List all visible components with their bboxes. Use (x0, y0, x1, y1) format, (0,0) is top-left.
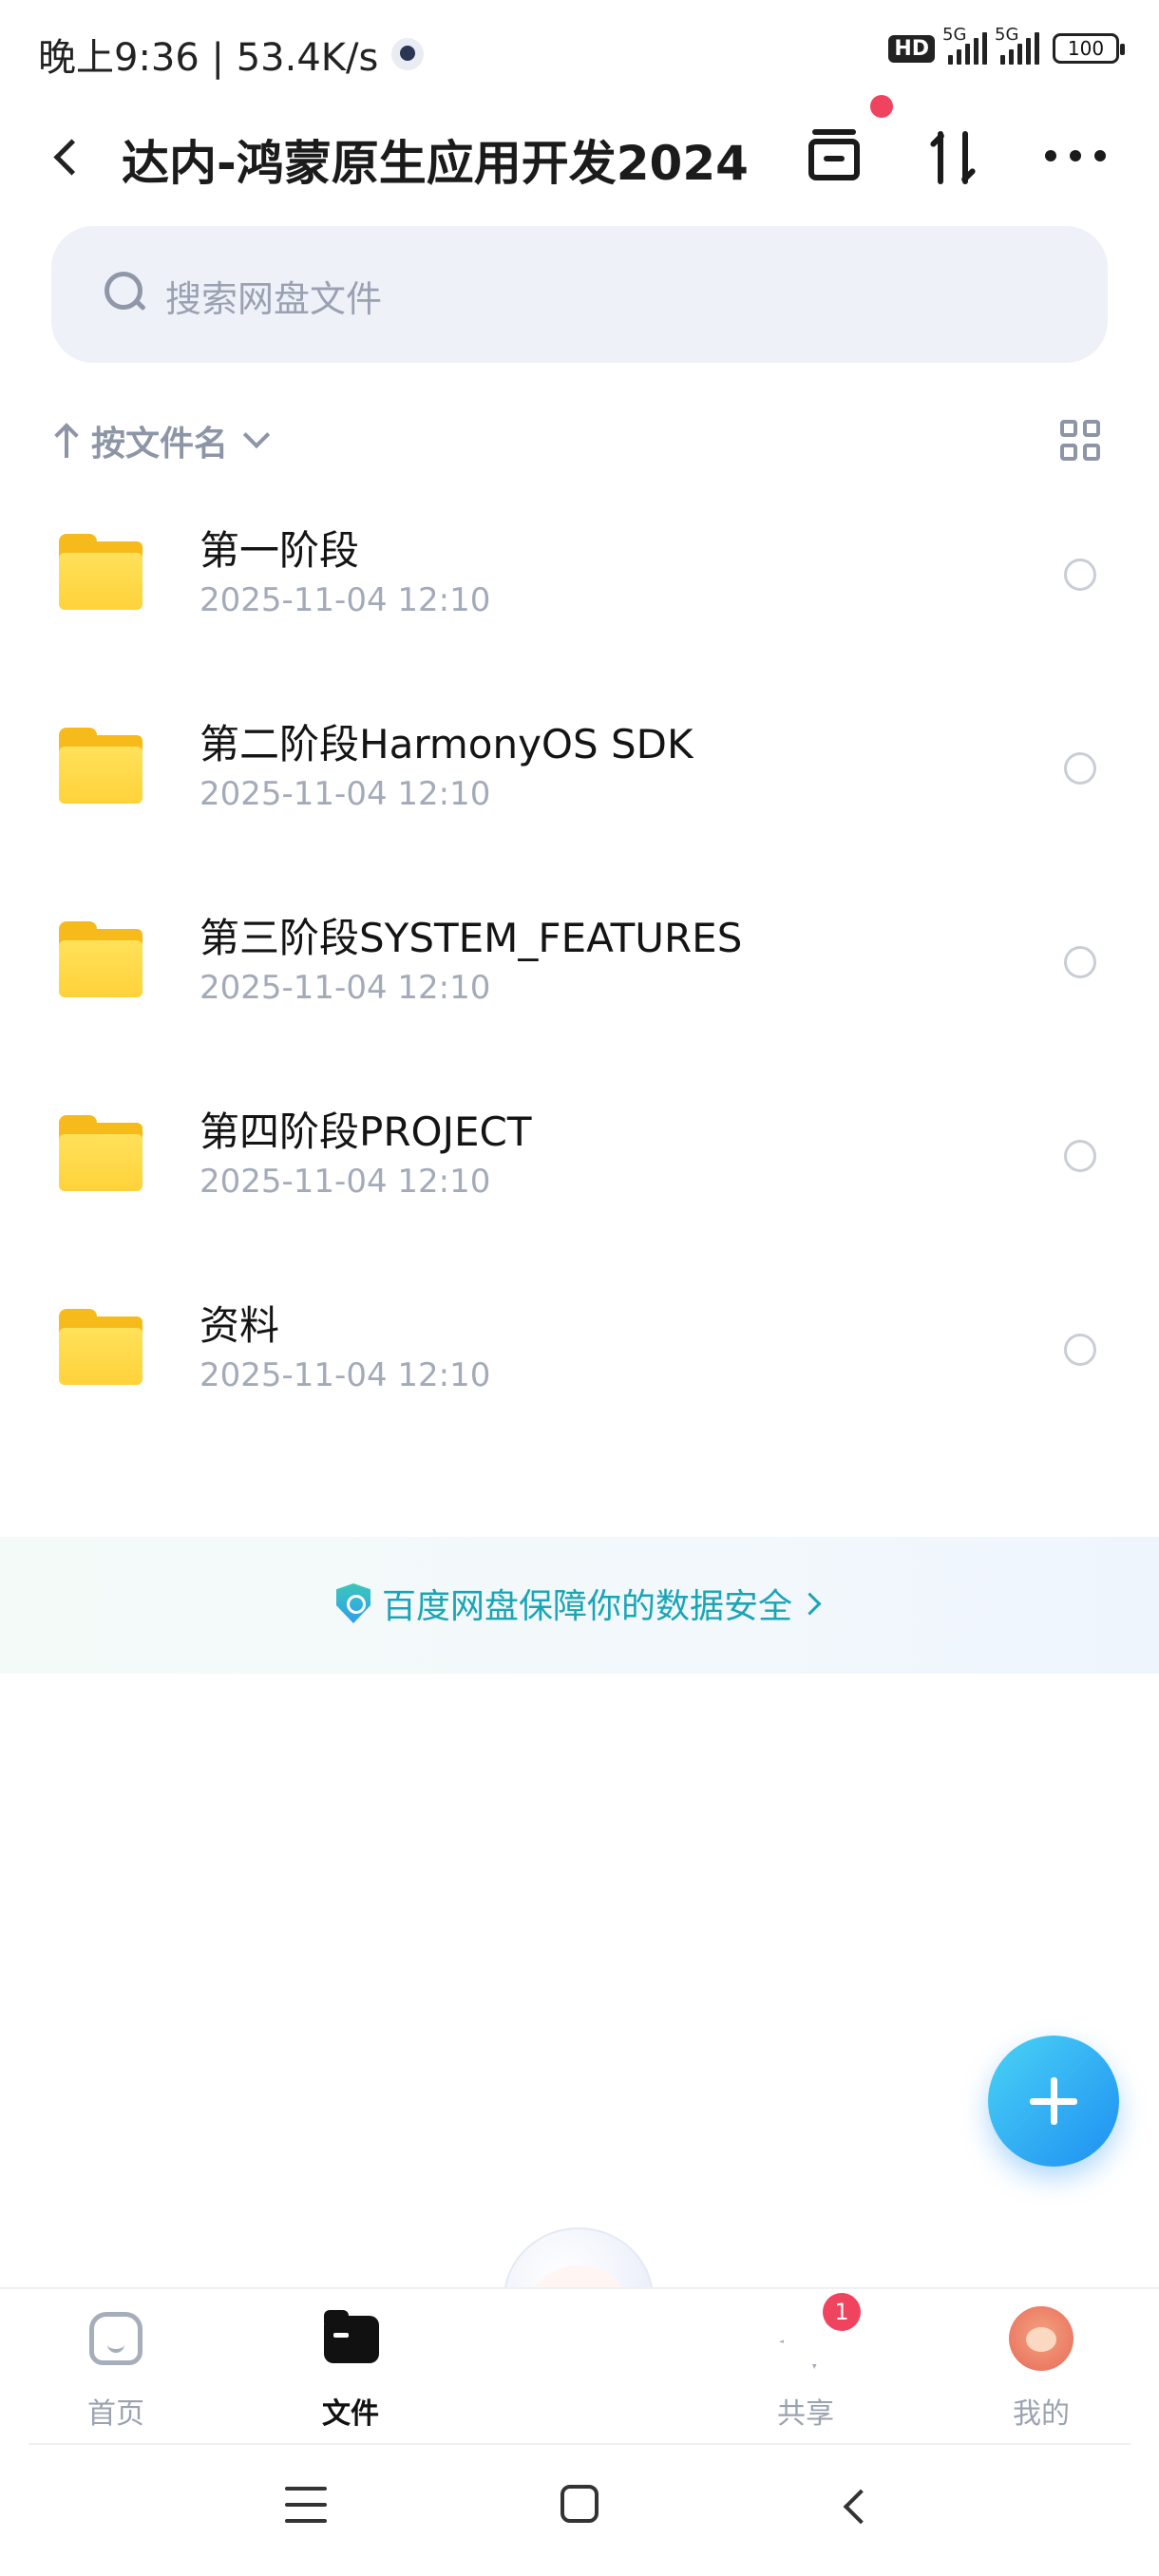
avatar (1009, 2306, 1074, 2371)
folder-icon (59, 1115, 142, 1191)
sort-by-name-button[interactable]: 按文件名 (55, 414, 270, 467)
file-list: 第一阶段 2025-11-04 12:10 第二阶段HarmonyOS SDK … (0, 492, 1159, 1461)
nav-share-label: 共享 (777, 2397, 834, 2431)
folder-icon (59, 534, 142, 610)
file-date: 2025-11-04 12:10 (200, 1163, 491, 1201)
status-right: HD 5G 5G 100 (888, 25, 1125, 65)
grid-view-button[interactable] (1060, 420, 1102, 462)
signal-icon-1: 5G (942, 25, 987, 65)
list-item[interactable]: 第三阶段SYSTEM_FEATURES 2025-11-04 12:10 (0, 880, 1159, 1073)
nav-me-label: 我的 (1013, 2397, 1070, 2431)
folder-icon (59, 1309, 142, 1385)
nav-home[interactable]: 首页 (40, 2302, 192, 2435)
file-name: 第二阶段HarmonyOS SDK (200, 721, 694, 767)
file-name: 第四阶段PROJECT (200, 1108, 532, 1155)
list-item[interactable]: 第二阶段HarmonyOS SDK 2025-11-04 12:10 (0, 686, 1159, 880)
nav-share[interactable]: 1 共享 (730, 2293, 882, 2435)
transfer-list-button[interactable] (803, 125, 869, 188)
bottom-nav: 首页 文件 1 共享 我的 (0, 2287, 1159, 2443)
signal-label-2: 5G (995, 25, 1019, 45)
file-date: 2025-11-04 12:10 (200, 775, 491, 813)
add-button[interactable] (988, 2036, 1119, 2167)
nav-home-label: 首页 (87, 2397, 144, 2431)
shield-icon (336, 1583, 370, 1623)
battery-icon: 100 (1053, 33, 1125, 64)
nav-me[interactable]: 我的 (965, 2302, 1117, 2435)
folder-icon (324, 2310, 379, 2363)
list-item[interactable]: 第四阶段PROJECT 2025-11-04 12:10 (0, 1073, 1159, 1267)
status-bar: 晚上9:36 | 53.4K/s HD 5G 5G 100 (0, 0, 1159, 104)
security-banner[interactable]: 百度网盘保障你的数据安全 (0, 1537, 1159, 1674)
select-checkbox[interactable] (1064, 946, 1096, 978)
search-input[interactable]: 搜索网盘文件 (51, 226, 1108, 363)
file-name: 第一阶段 (200, 527, 360, 574)
select-checkbox[interactable] (1064, 1140, 1096, 1172)
status-left: 晚上9:36 | 53.4K/s (38, 27, 425, 82)
home-icon (89, 2312, 142, 2365)
page: 晚上9:36 | 53.4K/s HD 5G 5G 100 达内-鸿蒙原生应用开… (0, 0, 1159, 2576)
sort-order-button[interactable] (926, 123, 987, 190)
status-time-speed: 晚上9:36 | 53.4K/s (38, 36, 379, 80)
security-banner-content: 百度网盘保障你的数据安全 (336, 1579, 823, 1628)
more-options-button[interactable] (1045, 144, 1106, 167)
file-date: 2025-11-04 12:10 (200, 1356, 491, 1394)
list-item[interactable]: 第一阶段 2025-11-04 12:10 (0, 492, 1159, 686)
header: 达内-鸿蒙原生应用开发2024 (0, 104, 1159, 209)
file-date: 2025-11-04 12:10 (200, 969, 491, 1007)
select-checkbox[interactable] (1064, 559, 1096, 591)
select-checkbox[interactable] (1064, 752, 1096, 785)
search-icon (104, 272, 146, 313)
notification-avatar-icon (391, 38, 425, 70)
file-name: 资料 (200, 1302, 280, 1349)
chevron-right-icon (804, 1592, 823, 1615)
signal-label-1: 5G (942, 25, 967, 45)
sort-label: 按文件名 (91, 425, 229, 464)
system-back-icon[interactable] (841, 2489, 869, 2523)
menu-icon[interactable] (285, 2487, 327, 2523)
nav-files[interactable]: 文件 (275, 2302, 427, 2435)
folder-icon (59, 921, 142, 997)
notification-dot (870, 95, 893, 118)
file-date: 2025-11-04 12:10 (200, 581, 491, 619)
back-button[interactable] (42, 129, 95, 182)
hd-badge: HD (888, 34, 935, 63)
home-square-icon[interactable] (560, 2485, 598, 2523)
select-checkbox[interactable] (1064, 1334, 1096, 1366)
system-nav-bar (0, 2443, 1159, 2576)
share-badge: 1 (823, 2293, 861, 2331)
list-item[interactable]: 资料 2025-11-04 12:10 (0, 1267, 1159, 1461)
transfer-box-icon (812, 129, 856, 135)
signal-icon-2: 5G (995, 25, 1039, 65)
nav-files-label: 文件 (322, 2397, 379, 2431)
chevron-down-icon (241, 429, 270, 452)
page-title: 达内-鸿蒙原生应用开发2024 (122, 136, 749, 191)
up-arrow-icon (55, 422, 78, 460)
folder-icon (59, 728, 142, 804)
sort-arrows-icon (938, 131, 943, 184)
security-banner-text: 百度网盘保障你的数据安全 (382, 1587, 793, 1626)
search-placeholder: 搜索网盘文件 (165, 278, 383, 320)
file-name: 第三阶段SYSTEM_FEATURES (200, 915, 743, 961)
